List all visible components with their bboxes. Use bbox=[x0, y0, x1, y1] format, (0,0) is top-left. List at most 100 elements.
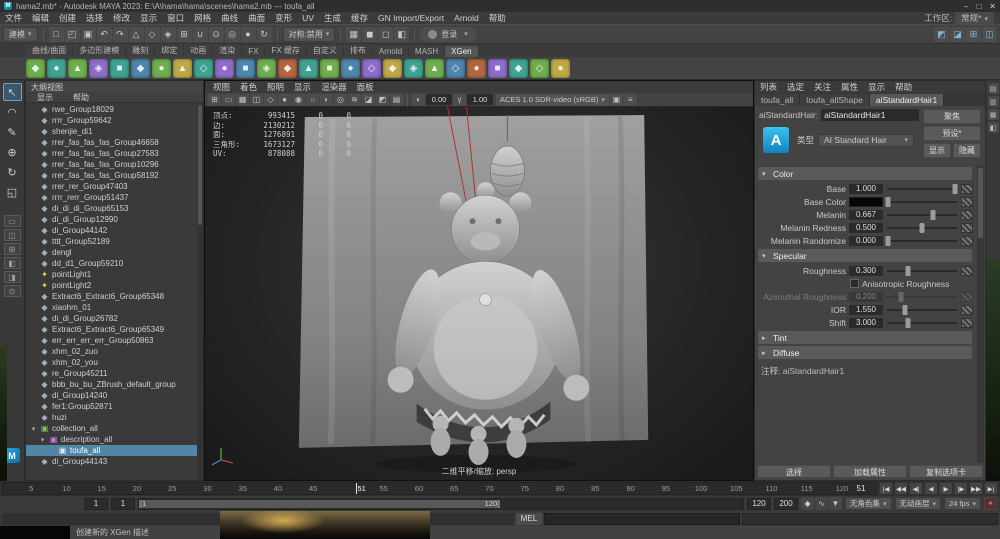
ae-node-tab[interactable]: toufa_all bbox=[755, 94, 800, 106]
two-pane-layout-icon[interactable]: ◫ bbox=[4, 229, 21, 241]
xgen-shelf-tool-icon[interactable]: ◇ bbox=[362, 59, 381, 78]
attribute-slider[interactable] bbox=[887, 318, 957, 328]
paint-select-tool-icon[interactable]: ✎ bbox=[3, 123, 22, 141]
xgen-shelf-tool-icon[interactable]: ▲ bbox=[68, 59, 87, 78]
viewport-settings-icon[interactable]: ▣ bbox=[610, 94, 623, 106]
shelf-tab[interactable]: FX bbox=[242, 46, 265, 57]
ae-menu-item[interactable]: 列表 bbox=[755, 81, 782, 93]
render-view-icon[interactable]: ▦ bbox=[346, 27, 361, 42]
slider-handle[interactable] bbox=[906, 266, 911, 276]
isolate-select-icon[interactable]: ◩ bbox=[376, 94, 389, 106]
workspace-selector[interactable]: 工作区: 常规* bbox=[924, 12, 1000, 24]
xgen-shelf-tool-icon[interactable]: ◈ bbox=[257, 59, 276, 78]
focus-button[interactable]: 聚焦 bbox=[923, 109, 981, 124]
motion-blur-icon[interactable]: ≋ bbox=[348, 94, 361, 106]
slider-handle[interactable] bbox=[952, 184, 957, 194]
slider-handle[interactable] bbox=[903, 305, 908, 315]
outliner-item[interactable]: ◆ re_Group45211 bbox=[26, 368, 203, 379]
attribute-value-field[interactable]: 1.000 bbox=[849, 184, 883, 194]
menu-item[interactable]: 帮助 bbox=[484, 12, 511, 24]
xgen-shelf-tool-icon[interactable]: ◈ bbox=[404, 59, 423, 78]
xgen-shelf-tool-icon[interactable]: ◆ bbox=[509, 59, 528, 78]
outliner-item[interactable]: ◆ fer1:Group52871 bbox=[26, 401, 203, 412]
menu-item[interactable]: Arnold bbox=[449, 13, 484, 23]
menu-item[interactable]: 网格 bbox=[189, 12, 216, 24]
menu-set-dropdown[interactable]: 建模 bbox=[3, 27, 38, 42]
outliner-item[interactable]: ◆ di_Group14240 bbox=[26, 390, 203, 401]
ae-footer-button[interactable]: 选择 bbox=[757, 465, 831, 478]
current-time-marker[interactable]: 51 bbox=[356, 483, 357, 494]
viewport-canvas[interactable]: 顶点:99341500 边:213021200 面:127689100 三角形:… bbox=[205, 107, 753, 480]
attribute-value-field[interactable]: 3.000 bbox=[849, 318, 883, 328]
snap-point-icon[interactable]: ⊙ bbox=[209, 27, 224, 42]
step-back-frame-button[interactable]: ◀| bbox=[909, 482, 923, 495]
attribute-value-field[interactable]: 0.200 bbox=[849, 292, 883, 302]
gamma-field[interactable]: 1.00 bbox=[467, 94, 493, 105]
outliner-item[interactable]: ◆ dd_d1_Group59210 bbox=[26, 258, 203, 269]
lights-icon[interactable]: ○ bbox=[306, 94, 319, 106]
xgen-shelf-tool-icon[interactable]: ■ bbox=[488, 59, 507, 78]
outliner-item[interactable]: ◆ di_Group44143 bbox=[26, 456, 203, 467]
attribute-value-field[interactable]: 0.667 bbox=[849, 210, 883, 220]
map-texture-button[interactable] bbox=[961, 318, 973, 328]
playback-end-field[interactable]: 120 bbox=[747, 498, 771, 510]
snap-grid-icon[interactable]: ⊞ bbox=[177, 27, 192, 42]
menu-item[interactable]: UV bbox=[297, 13, 319, 23]
outliner-item[interactable]: ◆ rrrr_Group59642 bbox=[26, 115, 203, 126]
xray-mode-icon[interactable]: ◪ bbox=[362, 94, 375, 106]
attribute-slider[interactable] bbox=[887, 197, 957, 207]
play-backwards-button[interactable]: ◀ bbox=[924, 482, 938, 495]
exposure-icon[interactable]: ◐ bbox=[412, 94, 425, 106]
menu-item[interactable]: 生成 bbox=[319, 12, 346, 24]
xgen-edit-description-icon[interactable]: ● bbox=[47, 59, 66, 78]
outliner-item[interactable]: ◆ Extract6_Extract6_Group65349 bbox=[26, 324, 203, 335]
xgen-shelf-tool-icon[interactable]: ◇ bbox=[530, 59, 549, 78]
ae-menu-item[interactable]: 帮助 bbox=[890, 81, 917, 93]
attribute-value-field[interactable]: 0.300 bbox=[849, 266, 883, 276]
xgen-shelf-tool-icon[interactable]: ● bbox=[152, 59, 171, 78]
outliner-item[interactable]: ◆ rrer_fas_fas_fas_Group10296 bbox=[26, 159, 203, 170]
xgen-shelf-tool-icon[interactable]: ■ bbox=[110, 59, 129, 78]
slider-handle[interactable] bbox=[906, 318, 911, 328]
outliner-item[interactable]: ◆ rwe_Group18029 bbox=[26, 104, 203, 115]
select-tool-icon[interactable]: ↖ bbox=[3, 83, 22, 101]
outliner-menu-item[interactable]: 帮助 bbox=[68, 92, 94, 102]
view-transform-dropdown[interactable]: ACES 1.0 SDR-video (sRGB) bbox=[496, 94, 609, 106]
grid-toggle-icon[interactable]: ⊞ bbox=[966, 27, 981, 42]
xgen-shelf-tool-icon[interactable]: ◇ bbox=[446, 59, 465, 78]
viewport-menu-item[interactable]: 面板 bbox=[352, 81, 379, 93]
mel-toggle-button[interactable]: MEL bbox=[516, 513, 542, 525]
select-component-icon[interactable]: ◈ bbox=[161, 27, 176, 42]
viewport-menu-item[interactable]: 渲染器 bbox=[316, 81, 352, 93]
ae-node-tab[interactable]: aiStandardHair1 bbox=[870, 94, 944, 106]
map-texture-button[interactable] bbox=[961, 305, 973, 315]
exposure-field[interactable]: 0.00 bbox=[426, 94, 452, 105]
outliner-item[interactable]: ◆ xhm_02_you bbox=[26, 357, 203, 368]
shelf-tab[interactable]: 自定义 bbox=[307, 44, 344, 57]
outliner-item[interactable]: ◆ xiaohm_01 bbox=[26, 302, 203, 313]
zoom-layout-icon[interactable]: ⊙ bbox=[4, 285, 21, 297]
character-set-dropdown[interactable]: 无角色集 bbox=[845, 497, 892, 510]
ae-section-header[interactable]: ▸ Diffuse bbox=[758, 346, 972, 359]
outliner-item[interactable]: ▾ ▣ collection_all bbox=[26, 423, 203, 434]
ao-icon[interactable]: ◎ bbox=[334, 94, 347, 106]
outliner-item[interactable]: ◆ rrrr_rerr_Group51437 bbox=[26, 192, 203, 203]
attribute-checkbox[interactable] bbox=[850, 279, 859, 288]
render-frame-icon[interactable]: ◼ bbox=[362, 27, 377, 42]
xgen-shelf-tool-icon[interactable]: ◈ bbox=[89, 59, 108, 78]
single-pane-layout-icon[interactable]: ▭ bbox=[4, 215, 21, 227]
menu-item[interactable]: 选择 bbox=[81, 12, 108, 24]
film-gate-icon[interactable]: ▭ bbox=[222, 94, 235, 106]
outliner-item[interactable]: ◆ tttt_Group52189 bbox=[26, 236, 203, 247]
attribute-slider[interactable] bbox=[887, 184, 957, 194]
time-slider[interactable]: 5101520253035404555606570758085909510010… bbox=[2, 482, 843, 495]
xgen-shelf-tool-icon[interactable]: ◆ bbox=[131, 59, 150, 78]
shelf-tab[interactable]: MASH bbox=[409, 46, 445, 57]
hide-button[interactable]: 隐藏 bbox=[953, 143, 981, 158]
menu-item[interactable]: 文件 bbox=[0, 12, 27, 24]
xgen-shelf-tool-icon[interactable]: ● bbox=[341, 59, 360, 78]
auto-keyframe-toggle[interactable]: ✦ bbox=[984, 497, 997, 510]
wireframe-mode-icon[interactable]: ◇ bbox=[264, 94, 277, 106]
open-scene-icon[interactable]: ◰ bbox=[65, 27, 80, 42]
sound-icon[interactable]: ∿ bbox=[815, 497, 828, 510]
